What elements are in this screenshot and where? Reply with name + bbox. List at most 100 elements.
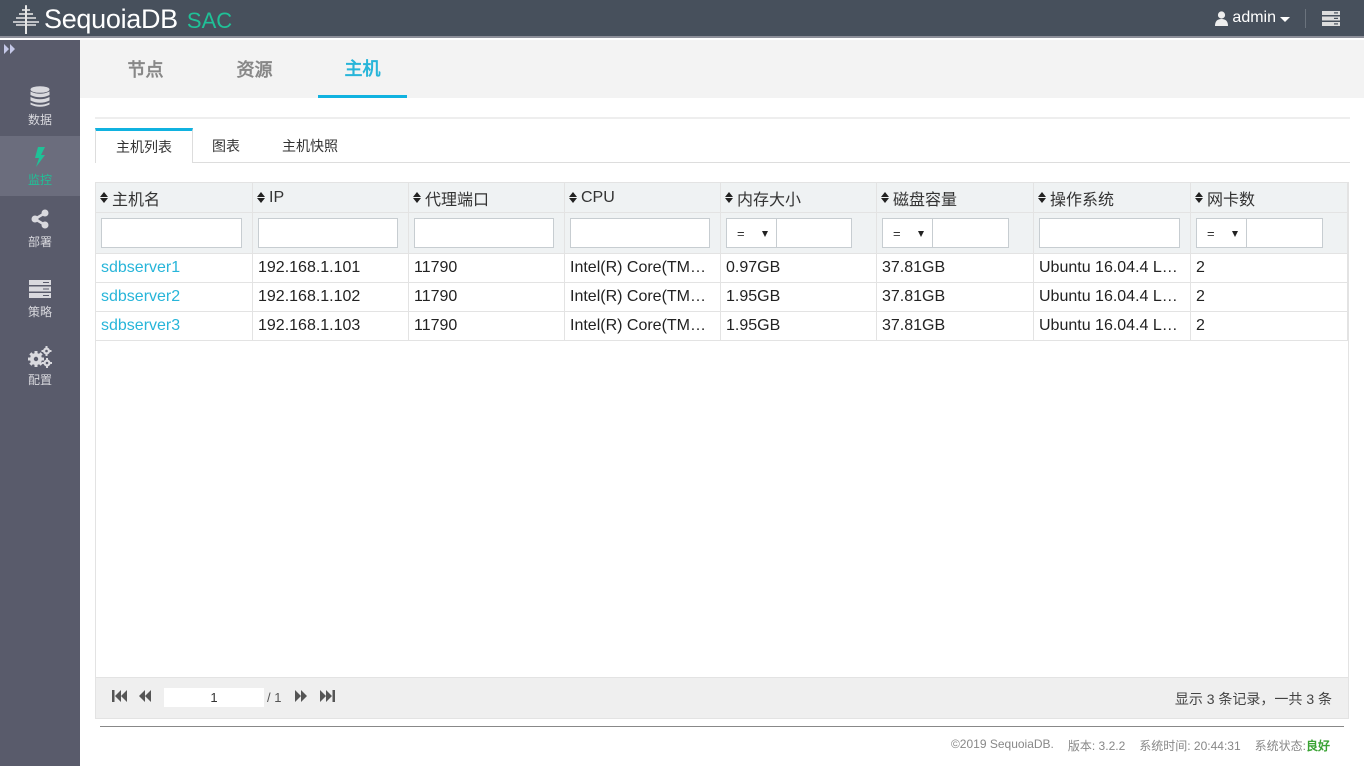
first-page-icon[interactable]: [112, 690, 128, 702]
column-filter: [565, 213, 720, 254]
sidebar-item-config[interactable]: 配置: [0, 336, 80, 396]
tab-host-snapshot[interactable]: 主机快照: [275, 128, 345, 163]
table-cell: Intel(R) Core(TM…: [565, 254, 720, 283]
sidebar: 数据 监控 部署 策略 配置: [0, 40, 80, 766]
filter-input-cpu[interactable]: [570, 218, 710, 248]
filter-operator-select[interactable]: =: [1196, 218, 1246, 248]
column-header-agent-port[interactable]: 代理端口: [409, 183, 564, 213]
sidebar-item-label: 数据: [27, 112, 52, 127]
version: 版本: 3.2.2: [1067, 739, 1126, 753]
copyright: ©2019 SequoiaDB.: [950, 737, 1054, 751]
table-cell: Intel(R) Core(TM…: [565, 312, 720, 341]
username: admin: [1232, 9, 1276, 26]
table-cell: 11790: [409, 283, 564, 312]
sidebar-item-data[interactable]: 数据: [0, 76, 80, 136]
double-chevron-right-icon[interactable]: [4, 44, 16, 54]
filter-input-hostname[interactable]: [101, 218, 242, 248]
host-link[interactable]: sdbserver2: [96, 283, 252, 312]
column-header-label: CPU: [581, 188, 615, 206]
share-icon: [31, 209, 49, 228]
table-cell: 37.81GB: [877, 254, 1033, 283]
host-link[interactable]: sdbserver1: [96, 254, 252, 283]
sidebar-item-label: 监控: [27, 172, 52, 187]
last-page-icon[interactable]: [319, 690, 335, 702]
filter-operator-value: =: [1207, 225, 1215, 241]
filter-operator-select[interactable]: =: [882, 218, 932, 248]
filter-value-input[interactable]: [776, 218, 852, 248]
table-cell: 1.95GB: [721, 312, 876, 341]
column-header-label: 操作系统: [1050, 191, 1115, 209]
next-page-icon[interactable]: [294, 690, 308, 702]
column-nic-count: 网卡数 = 2 2 2: [1191, 183, 1348, 341]
sort-icon: [569, 191, 577, 204]
column-filter: =: [721, 213, 876, 254]
filter-input-ip[interactable]: [258, 218, 398, 248]
host-table: 主机名 sdbserver1 sdbserver2 sdbserver3 IP 192.1…: [95, 182, 1349, 719]
table-cell: 11790: [409, 312, 564, 341]
sort-icon: [725, 191, 733, 204]
table-cell: 192.168.1.101: [253, 254, 408, 283]
filter-operator-select[interactable]: =: [726, 218, 776, 248]
tab-charts[interactable]: 图表: [201, 128, 251, 163]
filter-input-agent-port[interactable]: [414, 218, 554, 248]
sort-icon: [1038, 191, 1046, 204]
sidebar-item-deploy[interactable]: 部署: [0, 198, 80, 258]
column-filter: =: [877, 213, 1033, 254]
pagination: / 1 显示 3 条记录，一共 3 条: [96, 677, 1348, 718]
column-header-label: 代理端口: [425, 191, 490, 209]
page-number-input[interactable]: [164, 688, 264, 707]
sidebar-item-monitor[interactable]: 监控: [0, 136, 80, 196]
column-header-nic-count[interactable]: 网卡数: [1191, 183, 1347, 213]
sort-icon: [100, 191, 108, 204]
logo[interactable]: SequoiaDB SAC: [10, 3, 232, 35]
system-status-label: 系统状态:: [1254, 739, 1306, 753]
previous-page-icon[interactable]: [138, 690, 152, 702]
dropdown-arrow-icon: [1232, 231, 1238, 237]
column-header-cpu[interactable]: CPU: [565, 183, 720, 213]
column-filter: [96, 213, 252, 254]
page-total: / 1: [267, 690, 282, 705]
table-cell: 0.97GB: [721, 254, 876, 283]
filter-value-input[interactable]: [932, 218, 1009, 248]
table-cell: 2: [1191, 254, 1347, 283]
caret-down-icon: [1280, 16, 1290, 22]
table-cell: 37.81GB: [877, 283, 1033, 312]
column-header-memory[interactable]: 内存大小: [721, 183, 876, 213]
server-menu-icon[interactable]: [1322, 11, 1340, 26]
filter-operator-value: =: [893, 225, 901, 241]
column-header-os[interactable]: 操作系统: [1034, 183, 1190, 213]
table-cell: Intel(R) Core(TM…: [565, 283, 720, 312]
table-cell: 11790: [409, 254, 564, 283]
system-time: 系统时间: 20:44:31: [1139, 739, 1241, 753]
table-cell: Ubuntu 16.04.4 L…: [1034, 312, 1190, 341]
dropdown-arrow-icon: [918, 231, 924, 237]
filter-input-os[interactable]: [1039, 218, 1180, 248]
tab-host-list[interactable]: 主机列表: [95, 128, 193, 163]
tab-nodes[interactable]: 节点: [101, 40, 190, 98]
sidebar-item-label: 配置: [27, 372, 52, 387]
column-header-label: 网卡数: [1207, 191, 1256, 209]
host-link[interactable]: sdbserver3: [96, 312, 252, 341]
tab-resources[interactable]: 资源: [210, 40, 299, 98]
filter-value-input[interactable]: [1246, 218, 1323, 248]
table-cell: Ubuntu 16.04.4 L…: [1034, 283, 1190, 312]
column-header-ip[interactable]: IP: [253, 183, 408, 213]
sub-tabs: 主机列表 图表 主机快照: [95, 128, 1350, 163]
column-header-label: IP: [269, 188, 285, 206]
filter-operator-value: =: [737, 225, 745, 241]
sidebar-item-policy[interactable]: 策略: [0, 268, 80, 328]
sequoia-tree-icon: [13, 5, 39, 34]
column-header-hostname[interactable]: 主机名: [96, 183, 252, 213]
tab-hosts[interactable]: 主机: [318, 40, 407, 98]
sidebar-item-label: 部署: [27, 234, 52, 249]
column-ip: IP 192.168.1.101 192.168.1.102 192.168.1.10…: [253, 183, 409, 341]
sort-icon: [881, 191, 889, 204]
user-menu[interactable]: admin: [1215, 9, 1290, 27]
dropdown-arrow-icon: [762, 231, 768, 237]
column-header-label: 内存大小: [737, 191, 802, 209]
column-memory: 内存大小 = 0.97GB 1.95GB 1.95GB: [721, 183, 877, 341]
table-cell: 37.81GB: [877, 312, 1033, 341]
column-filter: [253, 213, 408, 254]
column-header-disk[interactable]: 磁盘容量: [877, 183, 1033, 213]
column-agent-port: 代理端口 11790 11790 11790: [409, 183, 565, 341]
